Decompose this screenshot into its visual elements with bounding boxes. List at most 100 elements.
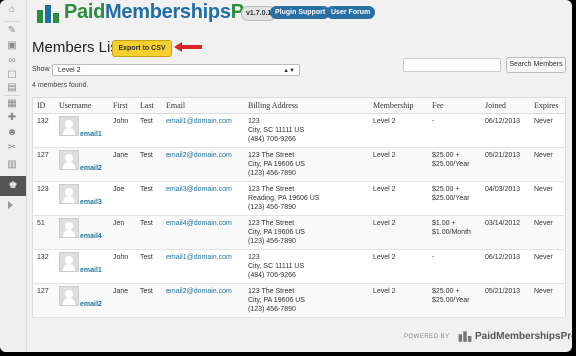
posts-icon[interactable]: ✎ bbox=[6, 25, 18, 37]
search-input[interactable] bbox=[403, 58, 501, 72]
cell-username: email1 bbox=[55, 249, 109, 284]
collapse-icon[interactable] bbox=[8, 201, 13, 209]
cell-joined: 04/03/2013 bbox=[481, 181, 530, 216]
email-link[interactable]: email2@domain.com bbox=[166, 152, 232, 159]
table-row[interactable]: 132 email1 John Test email1@domain.com 123 Cit… bbox=[32, 249, 566, 284]
cell-last: Test bbox=[136, 113, 162, 148]
admin-sidebar: ⌂ ✎ ▣ ∞ ☐ ▤ ▦ ✚ ☻ ✂ ▥ ♚ bbox=[0, 0, 27, 352]
cell-billing: 123 City, SC 11111 US (484) 706-9266 bbox=[244, 113, 369, 148]
cell-first: John bbox=[109, 249, 136, 284]
cell-expires: Never bbox=[530, 283, 566, 318]
email-link[interactable]: email2@domain.com bbox=[166, 288, 232, 295]
cell-membership: Level 2 bbox=[369, 181, 428, 216]
username-link[interactable]: email2 bbox=[59, 300, 102, 309]
email-link[interactable]: email4@domain.com bbox=[166, 220, 232, 227]
app-window: ⌂ ✎ ▣ ∞ ☐ ▤ ▦ ✚ ☻ ✂ ▥ ♚ PaidMembershipsP… bbox=[0, 0, 572, 352]
search-members-button[interactable]: Search Members bbox=[506, 57, 566, 73]
sidebar-item-memberships[interactable]: ♚ bbox=[0, 176, 26, 196]
cell-username: email4 bbox=[55, 215, 109, 250]
members-table: ID Username First Last Email Billing Add… bbox=[32, 97, 566, 318]
col-membership: Membership bbox=[369, 97, 428, 114]
address-line-2: City, SC 11111 US bbox=[248, 263, 305, 270]
plugin-support-button[interactable]: Plugin Support bbox=[270, 6, 331, 19]
email-link[interactable]: email3@domain.com bbox=[166, 186, 232, 193]
cell-expires: Never bbox=[530, 181, 566, 216]
col-last: Last bbox=[136, 97, 162, 114]
username-link[interactable]: email4 bbox=[59, 232, 102, 241]
logo-text: PaidMembershipsPro bbox=[64, 1, 263, 23]
cell-email: email4@domain.com bbox=[162, 215, 244, 250]
cell-username: email2 bbox=[55, 147, 109, 182]
comments-icon[interactable]: ☐ bbox=[6, 70, 18, 82]
table-header-row: ID Username First Last Email Billing Add… bbox=[32, 97, 566, 114]
level-select[interactable]: Level 2 ▲▼ bbox=[52, 64, 300, 76]
table-row[interactable]: 132 email1 John Test email1@domain.com 123 Cit… bbox=[32, 113, 566, 148]
email-link[interactable]: email1@domain.com bbox=[166, 118, 232, 125]
fee-initial: $25.00 + bbox=[432, 288, 460, 295]
cell-username: email3 bbox=[55, 181, 109, 216]
cell-expires: Never bbox=[530, 113, 566, 148]
address-line-1: 123 The Street bbox=[248, 288, 295, 295]
cell-joined: 06/12/2013 bbox=[481, 249, 530, 284]
settings-icon[interactable]: ▥ bbox=[6, 159, 18, 171]
cell-id: 127 bbox=[32, 147, 55, 182]
username-link[interactable]: email1 bbox=[59, 130, 102, 139]
pages-icon[interactable]: ▤ bbox=[6, 82, 18, 94]
fee-recurring: $25.00/Year bbox=[432, 297, 470, 304]
fee-initial: $25.00 + bbox=[432, 186, 460, 193]
cell-first: Jane bbox=[109, 147, 136, 182]
links-icon[interactable]: ∞ bbox=[6, 55, 18, 67]
table-row[interactable]: 127 email2 Jane Test email2@domain.com 123 Th… bbox=[32, 283, 566, 318]
cell-membership: Level 2 bbox=[369, 249, 428, 284]
address-line-1: 123 The Street bbox=[248, 220, 295, 227]
table-row[interactable]: 127 email2 Jane Test email2@domain.com 123 Th… bbox=[32, 147, 566, 182]
tools-icon[interactable]: ✂ bbox=[6, 142, 18, 154]
level-select-value: Level 2 bbox=[58, 67, 81, 74]
address-line-1: 123 bbox=[248, 254, 260, 261]
dashboard-icon[interactable]: ⌂ bbox=[6, 4, 18, 16]
address-line-2: City, PA 19606 US bbox=[248, 161, 305, 168]
cell-billing: 123 The Street City, PA 19606 US (123) 456… bbox=[244, 283, 369, 318]
media-icon[interactable]: ▣ bbox=[6, 40, 18, 52]
cell-fee: - bbox=[428, 113, 481, 148]
table-row[interactable]: 123 email3 Joe Test email3@domain.com 123 The… bbox=[32, 181, 566, 216]
fee-initial: $25.00 + bbox=[432, 152, 460, 159]
address-phone: (123) 456-7890 bbox=[248, 204, 296, 211]
cell-last: Test bbox=[136, 181, 162, 216]
cell-id: 51 bbox=[32, 215, 55, 250]
cell-first: Jen bbox=[109, 215, 136, 250]
col-username: Username bbox=[55, 97, 109, 114]
plugins-icon[interactable]: ✚ bbox=[6, 112, 18, 124]
address-line-2: Reading, PA 19606 US bbox=[248, 195, 320, 202]
address-line-1: 123 The Street bbox=[248, 152, 295, 159]
fee-initial: - bbox=[432, 118, 435, 125]
address-line-2: City, SC 11111 US bbox=[248, 127, 305, 134]
sidebar-divider bbox=[4, 95, 20, 96]
chevron-updown-icon: ▲▼ bbox=[283, 68, 295, 74]
users-icon[interactable]: ☻ bbox=[6, 127, 18, 139]
appearance-icon[interactable]: ▦ bbox=[6, 98, 18, 110]
cell-fee: $25.00 + $25.00/Year bbox=[428, 147, 481, 182]
cell-joined: 06/12/2013 bbox=[481, 113, 530, 148]
cell-username: email2 bbox=[55, 283, 109, 318]
cell-email: email2@domain.com bbox=[162, 283, 244, 318]
cell-id: 123 bbox=[32, 181, 55, 216]
cell-expires: Never bbox=[530, 147, 566, 182]
cell-joined: 05/21/2013 bbox=[481, 147, 530, 182]
user-forum-button[interactable]: User Forum bbox=[326, 6, 376, 19]
cell-fee: - bbox=[428, 249, 481, 284]
username-link[interactable]: email1 bbox=[59, 266, 102, 275]
address-phone: (484) 706-9266 bbox=[248, 272, 296, 279]
cell-email: email2@domain.com bbox=[162, 147, 244, 182]
cell-first: Joe bbox=[109, 181, 136, 216]
username-link[interactable]: email2 bbox=[59, 164, 102, 173]
red-arrow-icon bbox=[174, 42, 202, 52]
email-link[interactable]: email1@domain.com bbox=[166, 254, 232, 261]
col-email: Email bbox=[162, 97, 244, 114]
col-first: First bbox=[109, 97, 136, 114]
table-row[interactable]: 51 email4 Jen Test email4@domain.com 123 The … bbox=[32, 215, 566, 250]
username-link[interactable]: email3 bbox=[59, 198, 102, 207]
main-content: PaidMembershipsPro v1.7.0.1 Plugin Suppo… bbox=[26, 0, 572, 352]
cell-first: John bbox=[109, 113, 136, 148]
export-csv-button[interactable]: Export to CSV bbox=[112, 40, 172, 57]
